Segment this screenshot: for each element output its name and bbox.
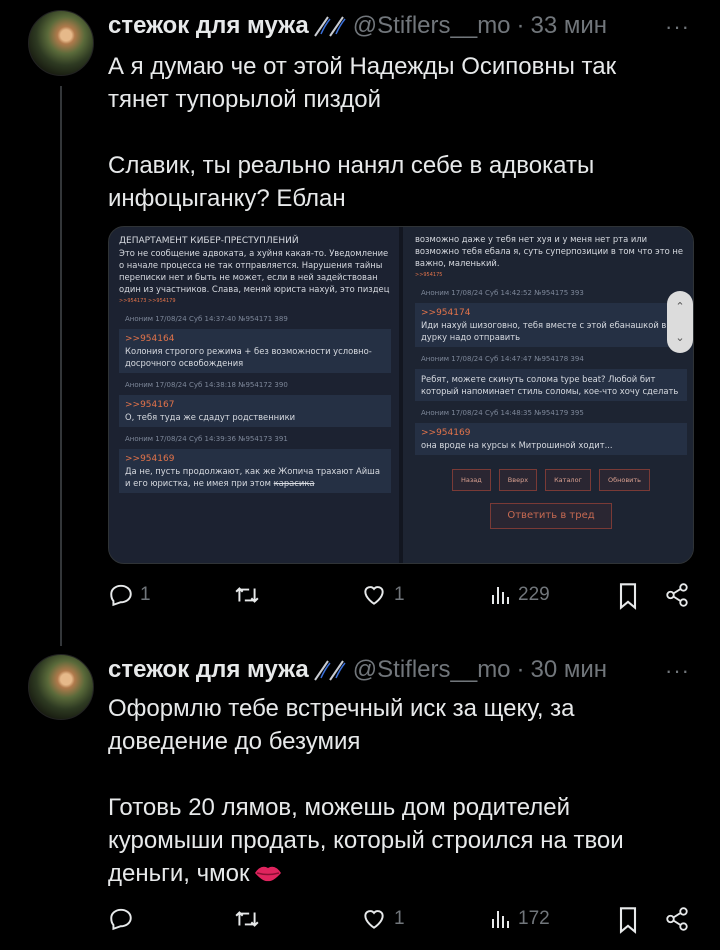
kiss-mark-icon xyxy=(253,860,283,893)
refresh-button[interactable]: Обновить xyxy=(598,469,651,491)
catalog-button[interactable]: Каталог xyxy=(545,469,591,491)
timestamp[interactable]: 30 мин xyxy=(531,656,608,684)
separator: · xyxy=(516,12,525,39)
views-icon xyxy=(492,911,509,928)
post-meta: Аноним 17/08/24 Суб 14:39:36 №954173 391 xyxy=(125,435,288,443)
like-icon xyxy=(364,910,384,929)
like-icon xyxy=(364,586,384,605)
user-handle[interactable]: @Stiflers__mo xyxy=(353,656,511,684)
attached-image[interactable]: ДЕПАРТАМЕНТ КИБЕР-ПРЕСТУПЛЕНИЙ Это не со… xyxy=(108,226,694,564)
post-reference[interactable]: >>954167 xyxy=(125,399,385,411)
retweet-icon xyxy=(235,911,259,927)
post-text: Оформлю тебе встречный иск за щеку, за д… xyxy=(108,692,668,893)
post-paragraph: Оформлю тебе встречный иск за щеку, за д… xyxy=(108,695,575,755)
post-paragraph: А я думаю че от этой Надежды Осиповны та… xyxy=(108,53,617,113)
op-replies: >>954173 >>954179 xyxy=(119,298,176,304)
user-handle[interactable]: @Stiflers__mo xyxy=(353,12,511,40)
views-count: 172 xyxy=(518,908,550,929)
bookmark-icon xyxy=(619,583,637,610)
top-button[interactable]: Вверх xyxy=(498,469,538,491)
board-post: Ребят, можете скинуть солома type beat? … xyxy=(415,369,687,401)
post-reference[interactable]: >>954169 xyxy=(125,453,385,465)
bookmark-icon xyxy=(619,907,637,934)
timestamp[interactable]: 33 мин xyxy=(531,12,608,40)
bookmark-button[interactable] xyxy=(616,582,640,610)
share-icon xyxy=(666,907,688,931)
board-column-right: возможно даже у тебя нет хуя и у меня не… xyxy=(403,227,693,563)
post-header: стежок для мужа @Stiflers__mo · 30 мин xyxy=(108,656,607,684)
share-button[interactable] xyxy=(664,582,690,608)
post-reference[interactable]: >>954164 xyxy=(125,333,385,345)
board-post: >>954169 Да не, пусть продолжают, как же… xyxy=(119,449,391,493)
board-post-text: Да не, пусть продолжают, как же Жопича т… xyxy=(125,466,380,488)
reply-icon xyxy=(110,584,132,607)
more-options-icon[interactable]: ··· xyxy=(665,14,690,40)
reply-button[interactable] xyxy=(108,906,140,932)
more-options-icon[interactable]: ··· xyxy=(665,658,690,684)
views-icon xyxy=(492,587,509,604)
post-meta: Аноним 17/08/24 Суб 14:37:40 №954171 389 xyxy=(125,315,288,323)
display-name[interactable]: стежок для мужа xyxy=(108,12,309,40)
board-post: >>954167 О, тебя туда же сдадут родствен… xyxy=(119,395,391,427)
action-bar: 1 172 xyxy=(108,906,694,946)
op-text: Это не сообщение адвоката, а хуйня какая… xyxy=(119,248,390,294)
post-meta: Аноним 17/08/24 Суб 14:42:52 №954175 393 xyxy=(421,289,584,297)
board-post: >>954169 она вроде на курсы к Митрошиной… xyxy=(415,423,687,455)
action-bar: 1 1 229 xyxy=(108,582,694,622)
post-reference[interactable]: >>954169 xyxy=(421,427,681,439)
board-column-left: ДЕПАРТАМЕНТ КИБЕР-ПРЕСТУПЛЕНИЙ Это не со… xyxy=(109,227,399,563)
reply-button[interactable]: 1 xyxy=(108,582,151,608)
strikethrough-text: карасика xyxy=(273,478,315,488)
like-count: 1 xyxy=(394,908,405,929)
display-name[interactable]: стежок для мужа xyxy=(108,656,309,684)
board-post: >>954174 Иди нахуй шизоговно, тебя вмест… xyxy=(415,303,687,347)
post-replies: >>954175 xyxy=(415,272,443,278)
board-nav: Назад Вверх Каталог Обновить xyxy=(415,469,687,491)
avatar[interactable] xyxy=(28,10,94,76)
views-count: 229 xyxy=(518,584,550,605)
back-button[interactable]: Назад xyxy=(451,469,491,491)
board-post-text: Колония строгого режима + без возможност… xyxy=(125,346,372,368)
post-reference[interactable]: >>954174 xyxy=(421,307,681,319)
post-header: стежок для мужа @Stiflers__mo · 33 мин xyxy=(108,12,607,40)
like-button[interactable]: 1 xyxy=(360,582,405,608)
bookmark-button[interactable] xyxy=(616,906,640,934)
thread-line xyxy=(60,86,62,646)
board-post-text: Ребят, можете скинуть солома type beat? … xyxy=(421,374,679,396)
scroll-down-icon[interactable]: ⌄ xyxy=(675,331,684,344)
separator: · xyxy=(516,656,525,683)
like-button[interactable]: 1 xyxy=(360,906,405,932)
views-button[interactable]: 229 xyxy=(490,582,550,608)
post-paragraph: Славик, ты реально нанял себе в адвокаты… xyxy=(108,152,595,212)
avatar[interactable] xyxy=(28,654,94,720)
retweet-button[interactable] xyxy=(232,582,268,608)
post-paragraph: Готовь 20 лямов, можешь дом родителей ку… xyxy=(108,794,624,887)
share-button[interactable] xyxy=(664,906,690,932)
board-post-text: она вроде на курсы к Митрошиной ходит... xyxy=(421,440,613,450)
share-icon xyxy=(666,583,688,607)
needle-emoji-icon xyxy=(313,15,347,37)
views-button[interactable]: 172 xyxy=(490,906,550,932)
scroll-control[interactable]: ⌃ ⌄ xyxy=(667,291,693,353)
board-post-text: возможно даже у тебя нет хуя и у меня не… xyxy=(415,234,683,268)
board-post-text: О, тебя туда же сдадут родственники xyxy=(125,412,296,422)
retweet-button[interactable] xyxy=(232,906,268,932)
reply-icon xyxy=(110,908,132,931)
reply-thread-button[interactable]: Ответить в тред xyxy=(490,503,612,529)
post-meta: Аноним 17/08/24 Суб 14:38:18 №954172 390 xyxy=(125,381,288,389)
like-count: 1 xyxy=(394,584,405,605)
board-post: >>954164 Колония строгого режима + без в… xyxy=(119,329,391,373)
reply-count: 1 xyxy=(140,584,151,605)
retweet-icon xyxy=(235,587,259,603)
op-title: ДЕПАРТАМЕНТ КИБЕР-ПРЕСТУПЛЕНИЙ xyxy=(119,236,299,246)
post-meta: Аноним 17/08/24 Суб 14:48:35 №954179 395 xyxy=(421,409,584,417)
scroll-up-icon[interactable]: ⌃ xyxy=(675,300,684,313)
post-text: А я думаю че от этой Надежды Осиповны та… xyxy=(108,50,668,215)
needle-emoji-icon xyxy=(313,659,347,681)
board-post-text: Иди нахуй шизоговно, тебя вместе с этой … xyxy=(421,320,667,342)
post-meta: Аноним 17/08/24 Суб 14:47:47 №954178 394 xyxy=(421,355,584,363)
